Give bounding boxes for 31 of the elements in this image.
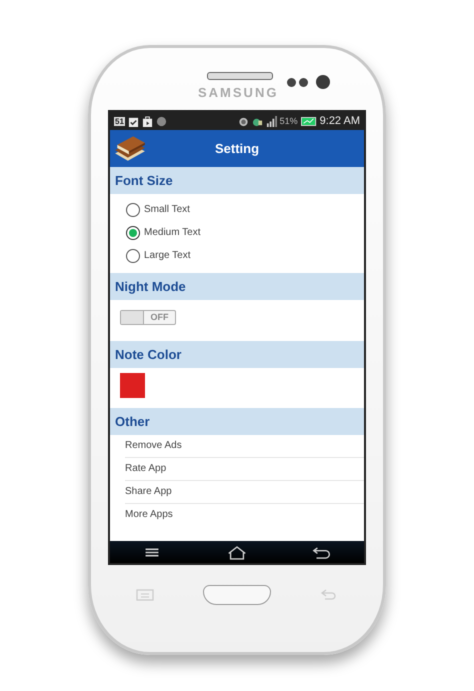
section-header: Night Mode: [110, 273, 364, 300]
screen-title: Setting: [214, 141, 260, 156]
radio-option[interactable]: Small Text: [126, 198, 364, 221]
alarm-icon: [238, 116, 249, 126]
back-icon[interactable]: [310, 544, 333, 560]
home-button[interactable]: [203, 584, 271, 604]
clipboard-check-icon: [128, 116, 139, 126]
section-header: Other: [110, 408, 364, 435]
radio-option[interactable]: Medium Text: [126, 221, 364, 244]
list-item[interactable]: Remove Ads: [125, 435, 364, 458]
home-icon[interactable]: [226, 544, 248, 560]
notification-badge: 51: [114, 116, 125, 126]
radio-option[interactable]: Large Text: [126, 244, 364, 267]
section-header: Note Color: [110, 341, 364, 368]
brand-logo: SAMSUNG: [198, 85, 278, 100]
bag-icon: [142, 116, 153, 126]
color-swatch[interactable]: [120, 373, 145, 398]
clock: 9:22 AM: [320, 115, 360, 127]
sensor-dot: [287, 78, 296, 87]
speaker-grille: [207, 72, 273, 80]
section-header: Font Size: [110, 167, 364, 194]
signal-icon: [266, 116, 277, 126]
list-item[interactable]: More Apps: [125, 504, 364, 526]
battery-icon: [300, 116, 317, 126]
circle-icon: [156, 116, 167, 126]
battery-percent: 51%: [280, 116, 298, 126]
menu-key-icon[interactable]: [135, 588, 155, 602]
list-item[interactable]: Rate App: [125, 458, 364, 481]
list-item[interactable]: Share App: [125, 481, 364, 504]
front-camera: [316, 75, 330, 89]
sensor-dot: [299, 78, 308, 87]
